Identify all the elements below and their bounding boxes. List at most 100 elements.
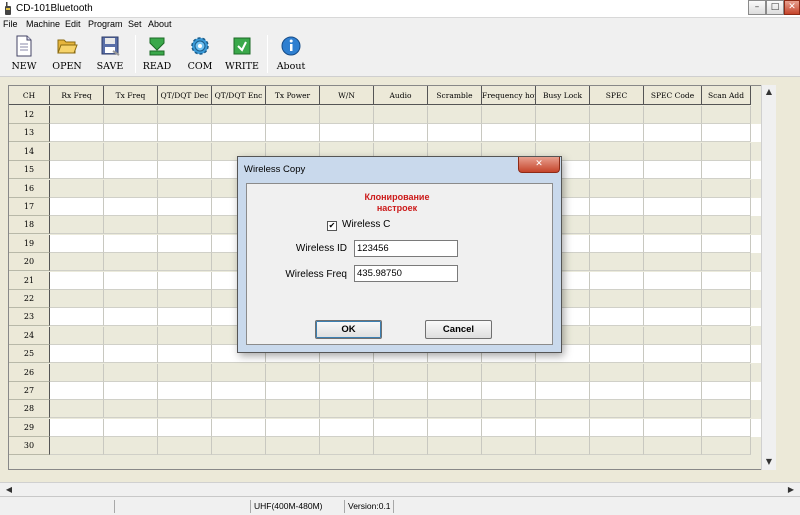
grid-cell[interactable] (590, 418, 644, 437)
save-button[interactable]: SAVE (93, 35, 127, 75)
grid-cell[interactable] (536, 106, 590, 124)
grid-cell[interactable] (104, 142, 158, 161)
menu-about[interactable]: About (148, 19, 172, 29)
grid-cell[interactable] (590, 437, 644, 456)
vertical-scrollbar[interactable]: ▲ ▼ (761, 85, 776, 470)
grid-cell[interactable] (590, 216, 644, 235)
grid-cell[interactable] (50, 326, 104, 345)
grid-cell[interactable] (320, 106, 374, 124)
open-button[interactable]: OPEN (50, 35, 84, 75)
grid-cell[interactable] (104, 437, 158, 456)
grid-cell[interactable] (104, 179, 158, 198)
grid-cell[interactable] (158, 290, 212, 308)
grid-cell[interactable] (158, 363, 212, 382)
write-button[interactable]: WRITE (225, 35, 259, 75)
grid-cell[interactable] (590, 234, 644, 253)
grid-cell[interactable] (536, 124, 590, 143)
grid-cell[interactable] (644, 363, 702, 382)
grid-cell[interactable] (158, 382, 212, 400)
grid-cell[interactable] (158, 345, 212, 364)
grid-cell[interactable] (158, 234, 212, 253)
grid-cell[interactable] (702, 345, 751, 364)
maximize-button[interactable]: □ (766, 0, 784, 15)
menu-machine[interactable]: Machine (26, 19, 60, 29)
grid-cell[interactable] (644, 271, 702, 290)
grid-cell[interactable] (266, 363, 320, 382)
grid-cell[interactable] (536, 418, 590, 437)
grid-cell[interactable] (158, 326, 212, 345)
grid-cell[interactable] (644, 253, 702, 272)
grid-cell[interactable] (50, 290, 104, 308)
grid-cell[interactable] (158, 106, 212, 124)
grid-cell[interactable] (536, 400, 590, 419)
grid-cell[interactable] (644, 179, 702, 198)
grid-cell[interactable] (50, 308, 104, 327)
grid-cell[interactable] (320, 124, 374, 143)
grid-cell[interactable] (266, 437, 320, 456)
menu-edit[interactable]: Edit (65, 19, 81, 29)
grid-cell[interactable] (590, 308, 644, 327)
grid-cell[interactable] (158, 161, 212, 180)
grid-cell[interactable] (428, 124, 482, 143)
grid-cell[interactable] (320, 437, 374, 456)
grid-cell[interactable] (374, 400, 428, 419)
minimize-button[interactable]: – (748, 0, 766, 15)
grid-cell[interactable] (374, 106, 428, 124)
grid-cell[interactable] (212, 437, 266, 456)
grid-cell[interactable] (104, 106, 158, 124)
grid-cell[interactable] (158, 198, 212, 216)
grid-cell[interactable] (158, 400, 212, 419)
cancel-button[interactable]: Cancel (425, 320, 492, 339)
grid-cell[interactable] (590, 142, 644, 161)
grid-cell[interactable] (158, 216, 212, 235)
grid-cell[interactable] (702, 437, 751, 456)
grid-cell[interactable] (536, 437, 590, 456)
grid-cell[interactable] (702, 161, 751, 180)
grid-cell[interactable] (320, 363, 374, 382)
grid-cell[interactable] (590, 326, 644, 345)
grid-cell[interactable] (644, 382, 702, 400)
grid-cell[interactable] (374, 418, 428, 437)
menu-file[interactable]: File (3, 19, 18, 29)
grid-cell[interactable] (50, 216, 104, 235)
grid-cell[interactable] (266, 400, 320, 419)
menu-set[interactable]: Set (128, 19, 142, 29)
grid-cell[interactable] (50, 253, 104, 272)
about-button[interactable]: About (274, 35, 308, 75)
grid-cell[interactable] (212, 418, 266, 437)
wireless-checkbox[interactable]: ✔ (327, 221, 337, 231)
grid-cell[interactable] (320, 418, 374, 437)
grid-cell[interactable] (158, 271, 212, 290)
grid-cell[interactable] (590, 179, 644, 198)
grid-cell[interactable] (482, 363, 536, 382)
grid-cell[interactable] (590, 345, 644, 364)
dialog-close-button[interactable]: ✕ (518, 157, 560, 173)
grid-cell[interactable] (428, 418, 482, 437)
wireless-id-input[interactable] (354, 240, 458, 257)
grid-cell[interactable] (158, 308, 212, 327)
grid-cell[interactable] (644, 106, 702, 124)
grid-cell[interactable] (644, 418, 702, 437)
grid-cell[interactable] (266, 418, 320, 437)
grid-cell[interactable] (644, 198, 702, 216)
scroll-right-icon[interactable]: ▶ (784, 483, 798, 497)
grid-cell[interactable] (644, 437, 702, 456)
grid-cell[interactable] (212, 124, 266, 143)
grid-cell[interactable] (702, 234, 751, 253)
grid-cell[interactable] (702, 106, 751, 124)
grid-cell[interactable] (482, 418, 536, 437)
grid-cell[interactable] (702, 271, 751, 290)
grid-cell[interactable] (702, 253, 751, 272)
grid-cell[interactable] (374, 363, 428, 382)
grid-cell[interactable] (702, 290, 751, 308)
grid-cell[interactable] (104, 308, 158, 327)
grid-cell[interactable] (104, 382, 158, 400)
grid-cell[interactable] (104, 198, 158, 216)
grid-cell[interactable] (50, 418, 104, 437)
grid-cell[interactable] (50, 271, 104, 290)
grid-cell[interactable] (590, 400, 644, 419)
grid-cell[interactable] (702, 142, 751, 161)
grid-cell[interactable] (104, 234, 158, 253)
grid-cell[interactable] (644, 326, 702, 345)
grid-cell[interactable] (644, 308, 702, 327)
